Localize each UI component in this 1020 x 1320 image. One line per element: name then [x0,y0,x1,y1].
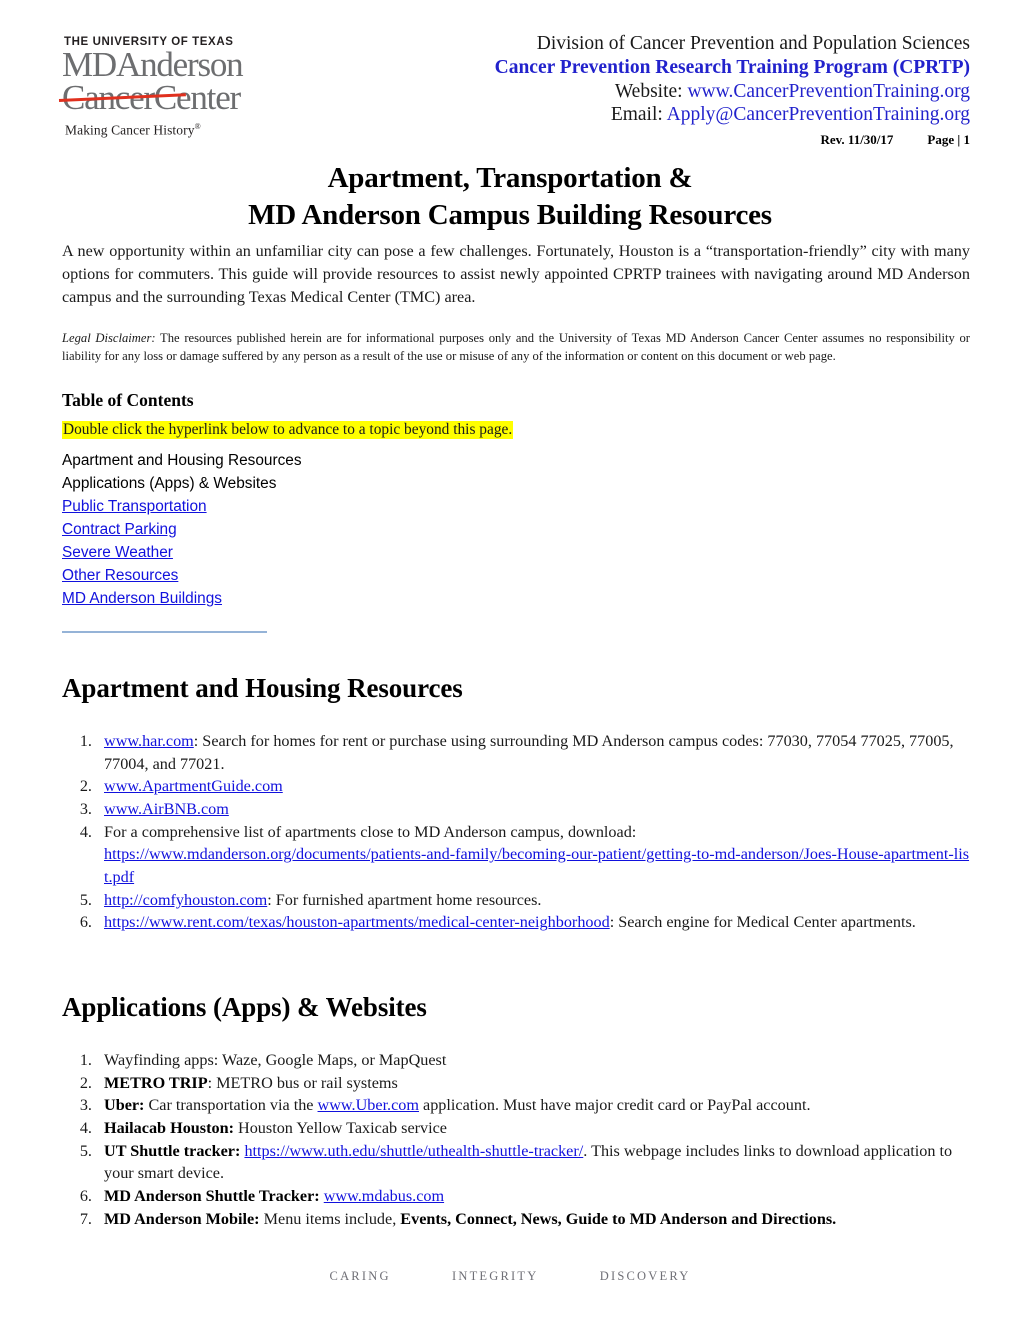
section-heading-housing: Apartment and Housing Resources [62,672,463,703]
toc-item-apartment-housing: Apartment and Housing Resources [62,452,302,470]
header-email-line: Email: Apply@CancerPreventionTraining.or… [495,103,970,127]
page-title-line2: MD Anderson Campus Building Resources [248,198,772,231]
page-title-line1: Apartment, Transportation & [327,162,693,194]
footer-value-discovery: DISCOVERY [599,1269,691,1283]
list-item: www.har.com: Search for homes for rent o… [96,730,970,775]
app-text-uber: Car transportation via the [144,1096,318,1115]
page-header: THE UNIVERSITY OF TEXAS MDAnderson Cance… [0,32,1020,152]
list-item: Uber: Car transportation via the www.Ube… [96,1094,970,1117]
header-division: Division of Cancer Prevention and Popula… [536,33,970,54]
md-anderson-logo: THE UNIVERSITY OF TEXAS MDAnderson Cance… [58,36,362,139]
housing-resources-list: www.har.com: Search for homes for rent o… [62,730,970,934]
logo-slogan: Making Cancer History® [65,122,362,139]
toc-divider [62,630,267,633]
page-title: Apartment, Transportation & MD Anderson … [0,160,1020,234]
app-label-mda-mobile: MD Anderson Mobile: [104,1209,260,1228]
app-text-metro-trip: : METRO bus or rail systems [207,1073,398,1092]
toc-item-contract-parking[interactable]: Contract Parking [62,519,970,542]
app-label-hailacab: Hailacab Houston: [104,1119,234,1138]
list-item: https://www.rent.com/texas/houston-apart… [96,911,970,934]
app-label-ut-shuttle: UT Shuttle tracker: [104,1141,241,1160]
footer-value-caring: CARING [329,1269,391,1283]
header-email-link[interactable]: Apply@CancerPreventionTraining.org [667,104,970,125]
housing-link-joes-house-pdf[interactable]: https://www.mdanderson.org/documents/pat… [104,845,969,886]
header-website-link[interactable]: www.CancerPreventionTraining.org [687,81,970,102]
document-page: THE UNIVERSITY OF TEXAS MDAnderson Cance… [0,0,1020,1320]
app-link-mdabus[interactable]: www.mdabus.com [324,1187,444,1205]
header-email-label: Email: [610,104,667,126]
housing-link-har[interactable]: www.har.com [104,732,194,750]
disclaimer-label: Legal Disclaimer: [62,331,156,345]
header-contact-block: Division of Cancer Prevention and Popula… [495,32,970,148]
toc-item-md-anderson-buildings[interactable]: MD Anderson Buildings [62,588,970,611]
list-item: www.AirBNB.com [96,798,970,821]
list-item: MD Anderson Shuttle Tracker: www.mdabus.… [96,1185,970,1208]
disclaimer-text: The resources published herein are for i… [62,331,970,364]
housing-link-airbnb[interactable]: www.AirBNB.com [104,800,229,818]
housing-link-comfyhouston[interactable]: http://comfyhouston.com [104,891,267,909]
list-item: For a comprehensive list of apartments c… [96,821,970,889]
header-program: Cancer Prevention Research Training Prog… [494,56,970,78]
app-label-uber: Uber: [104,1096,145,1115]
toc-item-public-transportation[interactable]: Public Transportation [62,496,970,519]
applications-list: Wayfinding apps: Waze, Google Maps, or M… [62,1049,970,1230]
list-item: UT Shuttle tracker: https://www.uth.edu/… [96,1140,970,1185]
toc-item-applications-websites: Applications (Apps) & Websites [62,475,277,493]
app-text-hailacab: Houston Yellow Taxicab service [233,1119,447,1138]
toc-list: Apartment and Housing Resources Applicat… [62,450,970,611]
revision-date: Rev. 11/30/17 [820,132,894,148]
registered-mark-icon: ® [194,122,201,132]
housing-text-4: : For furnished apartment home resources… [267,890,542,909]
app-link-uber[interactable]: www.Uber.com [318,1096,419,1114]
housing-link-rent-com[interactable]: https://www.rent.com/texas/houston-apart… [104,913,610,931]
app-text-wayfinding: Wayfinding apps: Waze, Google Maps, or M… [104,1051,447,1069]
housing-text-5: : Search engine for Medical Center apart… [609,913,916,932]
app-link-ut-shuttle[interactable]: https://www.uth.edu/shuttle/uthealth-shu… [244,1142,583,1160]
header-revision-line: Rev. 11/30/17 Page | 1 [495,132,970,148]
section-heading-applications: Applications (Apps) & Websites [62,992,427,1022]
logo-wordmark: MDAnderson CancerCenter [58,47,362,115]
toc-item-other-resources[interactable]: Other Resources [62,565,970,588]
app-text-mda-mobile: Menu items include, [259,1209,401,1228]
app-menu-items-mda-mobile: Events, Connect, News, Guide to MD Ander… [400,1209,837,1228]
app-label-metro-trip: METRO TRIP [104,1073,208,1092]
toc-item-severe-weather[interactable]: Severe Weather [62,542,970,565]
header-website-label: Website: [614,80,688,102]
legal-disclaimer: Legal Disclaimer: The resources publishe… [62,329,970,366]
logo-line-cancercenter: CancerCenter [58,80,362,115]
toc-highlight-note: Double click the hyperlink below to adva… [62,420,514,440]
list-item: MD Anderson Mobile: Menu items include, … [96,1208,970,1231]
housing-link-apartmentguide[interactable]: www.ApartmentGuide.com [104,777,283,795]
app-label-mda-shuttle: MD Anderson Shuttle Tracker: [104,1187,320,1206]
housing-text-3: For a comprehensive list of apartments c… [104,822,637,841]
toc-heading: Table of Contents [62,389,194,410]
intro-paragraph: A new opportunity within an unfamiliar c… [62,242,970,306]
page-footer: CARING INTEGRITY DISCOVERY [0,1269,1020,1284]
logo-slogan-text: Making Cancer History [65,122,195,138]
app-after-uber: application. Must have major credit card… [418,1096,811,1115]
footer-value-integrity: INTEGRITY [452,1269,539,1283]
page-number: Page | 1 [927,132,970,148]
list-item: Wayfinding apps: Waze, Google Maps, or M… [96,1049,970,1072]
list-item: www.ApartmentGuide.com [96,775,970,798]
list-item: Hailacab Houston: Houston Yellow Taxicab… [96,1117,970,1140]
main-content: A new opportunity within an unfamiliar c… [62,240,970,1230]
list-item: http://comfyhouston.com: For furnished a… [96,889,970,912]
housing-text-0: : Search for homes for rent or purchase … [104,731,954,773]
header-website-line: Website: www.CancerPreventionTraining.or… [495,80,970,104]
list-item: METRO TRIP: METRO bus or rail systems [96,1072,970,1095]
